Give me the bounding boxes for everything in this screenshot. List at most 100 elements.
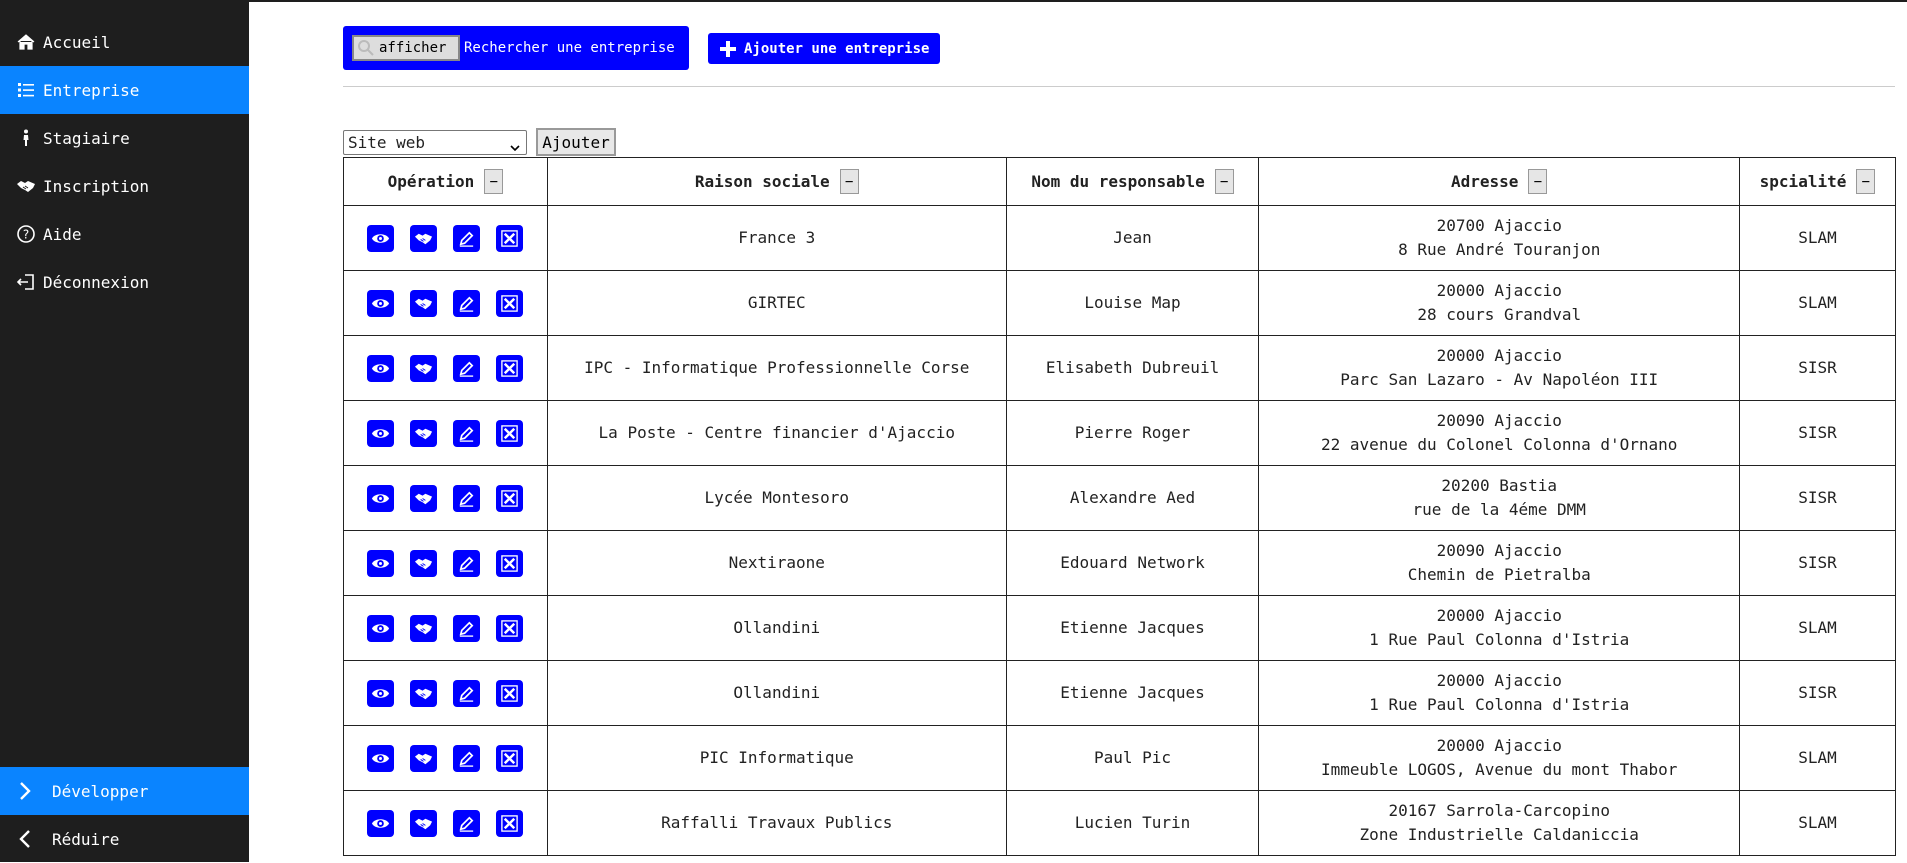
cell-responsable: Alexandre Aed bbox=[1005, 465, 1260, 531]
edit-button[interactable] bbox=[453, 679, 481, 707]
view-icon bbox=[371, 229, 390, 248]
handshake-button[interactable] bbox=[410, 549, 438, 577]
handshake-icon bbox=[414, 619, 433, 638]
delete-button[interactable] bbox=[496, 224, 524, 252]
handshake-button[interactable] bbox=[410, 224, 438, 252]
handshake-button[interactable] bbox=[410, 809, 438, 837]
sidebar-item-stagiaire[interactable]: Stagiaire bbox=[0, 114, 249, 162]
delete-button[interactable] bbox=[496, 484, 524, 512]
add-company-button[interactable]: Ajouter une entreprise bbox=[708, 33, 940, 64]
row-actions bbox=[344, 809, 547, 837]
collapse-sidebar-button[interactable]: Réduire bbox=[0, 815, 249, 863]
view-button[interactable] bbox=[367, 679, 395, 707]
handshake-button[interactable] bbox=[410, 614, 438, 642]
cell-raison-sociale: IPC - Informatique Professionnelle Corse bbox=[546, 335, 1007, 401]
delete-button[interactable] bbox=[496, 809, 524, 837]
handshake-button[interactable] bbox=[410, 419, 438, 447]
cell-raison-sociale: GIRTEC bbox=[546, 270, 1007, 336]
delete-button[interactable] bbox=[496, 289, 524, 317]
view-button[interactable] bbox=[367, 419, 395, 447]
row-actions bbox=[344, 419, 547, 447]
add-company-label: Ajouter une entreprise bbox=[744, 40, 930, 57]
edit-button[interactable] bbox=[453, 549, 481, 577]
remove-column-button[interactable]: − bbox=[839, 169, 859, 194]
handshake-button[interactable] bbox=[410, 484, 438, 512]
expand-label: Développer bbox=[52, 781, 149, 801]
delete-button[interactable] bbox=[496, 679, 524, 707]
sidebar-item-entreprise[interactable]: Entreprise bbox=[0, 66, 249, 114]
add-column-button[interactable]: Ajouter bbox=[536, 128, 616, 156]
sidebar-item-label: Accueil bbox=[43, 32, 111, 52]
view-button[interactable] bbox=[367, 549, 395, 577]
edit-button[interactable] bbox=[453, 289, 481, 317]
view-button[interactable] bbox=[367, 289, 395, 317]
row-actions bbox=[344, 224, 547, 252]
sidebar-item-deconnexion[interactable]: Déconnexion bbox=[0, 258, 249, 306]
cell-adresse: 20090 Ajaccio Chemin de Pietralba bbox=[1258, 530, 1741, 596]
help-icon: ? bbox=[15, 223, 37, 245]
view-button[interactable] bbox=[367, 484, 395, 512]
edit-button[interactable] bbox=[453, 484, 481, 512]
edit-button[interactable] bbox=[453, 354, 481, 382]
view-button[interactable] bbox=[367, 224, 395, 252]
table-header-row: Opération − Raison sociale − Nom du respon… bbox=[343, 157, 1896, 206]
cell-raison-sociale: La Poste - Centre financier d'Ajaccio bbox=[546, 400, 1007, 466]
view-button[interactable] bbox=[367, 354, 395, 382]
delete-icon bbox=[500, 684, 519, 703]
svg-text:?: ? bbox=[23, 228, 29, 242]
handshake-button[interactable] bbox=[410, 289, 438, 317]
table-row: La Poste - Centre financier d'Ajaccio Pie… bbox=[343, 400, 1896, 466]
delete-button[interactable] bbox=[496, 354, 524, 382]
delete-button[interactable] bbox=[496, 744, 524, 772]
remove-column-button[interactable]: − bbox=[1856, 169, 1876, 194]
cell-raison-sociale: Lycée Montesoro bbox=[546, 465, 1007, 531]
handshake-button[interactable] bbox=[410, 679, 438, 707]
handshake-icon bbox=[414, 489, 433, 508]
delete-button[interactable] bbox=[496, 614, 524, 642]
cell-operation bbox=[343, 530, 548, 596]
address-city: 20000 Ajaccio bbox=[1436, 281, 1562, 300]
row-actions bbox=[344, 289, 547, 317]
address-street: 22 avenue du Colonel Colonna d'Ornano bbox=[1321, 435, 1678, 454]
address-street: 1 Rue Paul Colonna d'Istria bbox=[1369, 630, 1630, 649]
edit-icon bbox=[457, 749, 476, 768]
edit-icon bbox=[457, 814, 476, 833]
sidebar-bottom: Développer Réduire bbox=[0, 767, 249, 863]
sidebar-item-inscription[interactable]: Inscription bbox=[0, 162, 249, 210]
sidebar-item-accueil[interactable]: Accueil bbox=[0, 18, 249, 66]
edit-button[interactable] bbox=[453, 809, 481, 837]
delete-button[interactable] bbox=[496, 419, 524, 447]
edit-button[interactable] bbox=[453, 419, 481, 447]
handshake-button[interactable] bbox=[410, 744, 438, 772]
edit-icon bbox=[457, 554, 476, 573]
edit-button[interactable] bbox=[453, 224, 481, 252]
handshake-button[interactable] bbox=[410, 354, 438, 382]
cell-responsable: Pierre Roger bbox=[1005, 400, 1260, 466]
column-select[interactable]: Site web bbox=[343, 130, 527, 155]
search-input[interactable] bbox=[462, 39, 682, 57]
expand-sidebar-button[interactable]: Développer bbox=[0, 767, 249, 815]
remove-column-button[interactable]: − bbox=[1214, 169, 1234, 194]
edit-button[interactable] bbox=[453, 744, 481, 772]
view-button[interactable] bbox=[367, 744, 395, 772]
sidebar: Accueil Entreprise Stagiaire Inscription… bbox=[0, 0, 249, 862]
delete-button[interactable] bbox=[496, 549, 524, 577]
chevron-down-icon bbox=[510, 138, 520, 151]
remove-column-button[interactable]: − bbox=[484, 169, 504, 194]
remove-column-button[interactable]: − bbox=[1528, 169, 1548, 194]
cell-raison-sociale: Ollandini bbox=[546, 595, 1007, 661]
header-specialite: spcialité − bbox=[1739, 157, 1896, 206]
edit-button[interactable] bbox=[453, 614, 481, 642]
view-button[interactable] bbox=[367, 809, 395, 837]
cell-operation bbox=[343, 335, 548, 401]
address-street: 1 Rue Paul Colonna d'Istria bbox=[1369, 695, 1630, 714]
view-button[interactable] bbox=[367, 614, 395, 642]
handshake-icon bbox=[414, 814, 433, 833]
table-row: Ollandini Etienne Jacques 20000 Ajaccio 1 R… bbox=[343, 595, 1896, 661]
handshake-icon bbox=[414, 424, 433, 443]
sidebar-item-aide[interactable]: ? Aide bbox=[0, 210, 249, 258]
cell-responsable: Paul Pic bbox=[1005, 725, 1260, 791]
cell-operation bbox=[343, 400, 548, 466]
companies-table: Opération − Raison sociale − Nom du respon… bbox=[343, 157, 1896, 856]
search-button[interactable]: afficher bbox=[352, 35, 460, 61]
